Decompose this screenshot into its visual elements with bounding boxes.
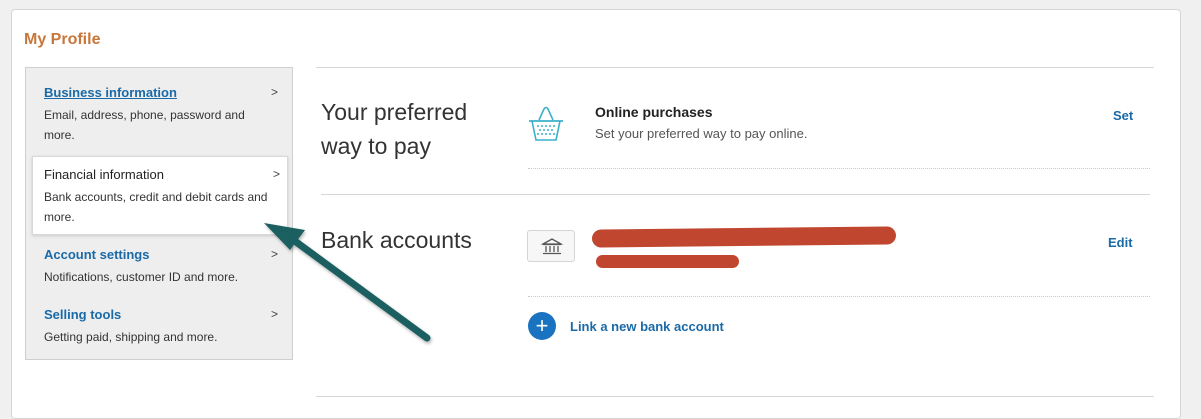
annotation-arrow-icon [264,223,431,342]
